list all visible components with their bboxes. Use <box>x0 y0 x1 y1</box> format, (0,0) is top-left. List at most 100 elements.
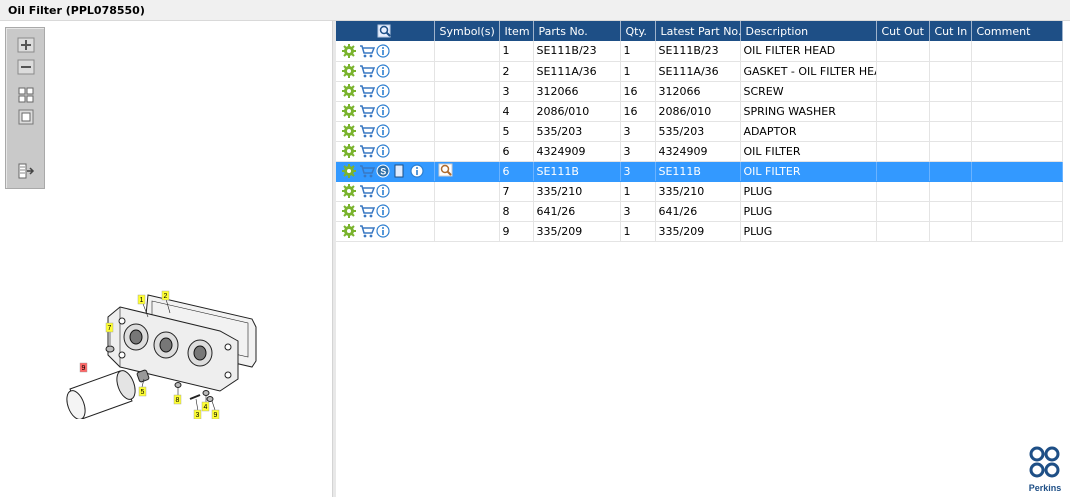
callout-9[interactable]: 9 <box>214 412 218 419</box>
row-latest-part-no: 335/209 <box>655 221 741 242</box>
row-qty: 1 <box>620 181 656 202</box>
info-icon[interactable] <box>376 144 390 158</box>
diagram-pane[interactable]: 1 2 7 9 5 8 3 4 9 <box>0 21 332 497</box>
fit-all-button[interactable] <box>16 86 36 104</box>
row-description: PLUG <box>740 181 877 202</box>
row-description: OIL FILTER HEAD <box>740 41 877 62</box>
row-cut-out <box>876 121 930 142</box>
add-to-cart-icon[interactable] <box>359 204 375 218</box>
row-symbols <box>434 181 500 202</box>
column-header-comment[interactable]: Comment <box>971 21 1063 41</box>
info-icon[interactable] <box>376 124 390 138</box>
supersession-icon[interactable]: S <box>376 164 390 178</box>
table-row[interactable]: 9 335/209 1 335/209 PLUG <box>336 221 1063 242</box>
row-cut-in <box>929 141 972 162</box>
column-header-cut-out[interactable]: Cut Out <box>876 21 930 41</box>
column-header-item[interactable]: Item <box>499 21 534 41</box>
callout-3[interactable]: 3 <box>196 412 200 419</box>
notes-icon[interactable] <box>393 164 407 178</box>
row-item: 6 <box>499 141 534 162</box>
add-to-cart-icon[interactable] <box>359 164 375 178</box>
table-row[interactable]: 8 641/26 3 641/26 PLUG <box>336 201 1063 222</box>
add-to-cart-icon[interactable] <box>359 124 375 138</box>
info-icon[interactable] <box>376 184 390 198</box>
row-actions <box>336 201 435 222</box>
export-button[interactable] <box>16 162 36 180</box>
table-row[interactable]: 6 4324909 3 4324909 OIL FILTER <box>336 141 1063 162</box>
info-icon[interactable] <box>376 84 390 98</box>
zoom-in-button[interactable] <box>16 36 36 54</box>
row-cut-in <box>929 41 972 62</box>
alternatives-gear-icon[interactable] <box>342 144 356 158</box>
info-icon[interactable] <box>376 64 390 78</box>
row-latest-part-no: 312066 <box>655 81 741 102</box>
table-row[interactable]: 7 335/210 1 335/210 PLUG <box>336 181 1063 202</box>
add-to-cart-icon[interactable] <box>359 104 375 118</box>
row-cut-in <box>929 81 972 102</box>
info-icon[interactable] <box>376 104 390 118</box>
row-description: ADAPTOR <box>740 121 877 142</box>
row-cut-out <box>876 221 930 242</box>
callout-6-label[interactable]: 9 <box>82 365 86 372</box>
callout-2[interactable]: 2 <box>164 293 168 300</box>
info-icon[interactable] <box>376 224 390 238</box>
callout-4[interactable]: 4 <box>204 404 208 411</box>
row-qty: 3 <box>620 141 656 162</box>
row-item: 4 <box>499 101 534 122</box>
row-qty: 1 <box>620 221 656 242</box>
row-symbols <box>434 101 500 122</box>
info-icon[interactable] <box>376 204 390 218</box>
alternatives-gear-icon[interactable] <box>342 164 356 178</box>
row-qty: 1 <box>620 41 656 62</box>
column-header-symbols[interactable]: Symbol(s) <box>434 21 500 41</box>
callout-7[interactable]: 7 <box>108 325 112 332</box>
brand-name: Perkins <box>1028 483 1062 493</box>
table-row[interactable]: 4 2086/010 16 2086/010 SPRING WASHER <box>336 101 1063 122</box>
row-cut-in <box>929 161 972 182</box>
row-item: 1 <box>499 41 534 62</box>
add-to-cart-icon[interactable] <box>359 144 375 158</box>
add-to-cart-icon[interactable] <box>359 184 375 198</box>
column-header-qty[interactable]: Qty. <box>620 21 656 41</box>
table-row[interactable]: 3 312066 16 312066 SCREW <box>336 81 1063 102</box>
row-symbols <box>434 161 500 182</box>
alternatives-gear-icon[interactable] <box>342 224 356 238</box>
alternatives-gear-icon[interactable] <box>342 104 356 118</box>
alternatives-gear-icon[interactable] <box>342 184 356 198</box>
table-row[interactable]: 5 535/203 3 535/203 ADAPTOR <box>336 121 1063 142</box>
column-header-search[interactable] <box>336 21 435 41</box>
alternatives-gear-icon[interactable] <box>342 43 356 58</box>
zoom-out-icon <box>17 59 35 75</box>
alternatives-gear-icon[interactable] <box>342 84 356 98</box>
compare-parts-icon[interactable] <box>438 163 452 177</box>
alternatives-gear-icon[interactable] <box>342 64 356 78</box>
callout-8[interactable]: 8 <box>176 397 180 404</box>
alternatives-gear-icon[interactable] <box>342 204 356 218</box>
table-row[interactable]: S 6 SE111B 3 SE111B OIL FILTER <box>336 161 1063 182</box>
add-to-cart-icon[interactable] <box>359 44 375 58</box>
actual-size-button[interactable] <box>16 108 36 126</box>
row-description: PLUG <box>740 201 877 222</box>
info-icon[interactable] <box>410 164 424 178</box>
row-item: 6 <box>499 161 534 182</box>
row-comment <box>971 41 1063 62</box>
add-to-cart-icon[interactable] <box>359 224 375 238</box>
row-item: 3 <box>499 81 534 102</box>
zoom-out-button[interactable] <box>16 58 36 76</box>
table-row[interactable]: 1 SE111B/23 1 SE111B/23 OIL FILTER HEAD <box>336 41 1063 62</box>
column-header-parts-no[interactable]: Parts No. <box>533 21 621 41</box>
add-to-cart-icon[interactable] <box>359 64 375 78</box>
callout-5[interactable]: 5 <box>141 389 145 396</box>
table-row[interactable]: 2 SE111A/36 1 SE111A/36 GASKET - OIL FIL… <box>336 61 1063 82</box>
alternatives-gear-icon[interactable] <box>342 124 356 138</box>
info-icon[interactable] <box>376 44 390 58</box>
row-actions <box>336 141 435 162</box>
column-header-cut-in[interactable]: Cut In <box>929 21 972 41</box>
add-to-cart-icon[interactable] <box>359 84 375 98</box>
callout-1[interactable]: 1 <box>140 297 144 304</box>
row-symbols <box>434 121 500 142</box>
column-header-latest-part-no[interactable]: Latest Part No. <box>655 21 741 41</box>
column-header-description[interactable]: Description <box>740 21 877 41</box>
exploded-parts-diagram[interactable]: 1 2 7 9 5 8 3 4 9 <box>60 269 270 419</box>
row-item: 5 <box>499 121 534 142</box>
